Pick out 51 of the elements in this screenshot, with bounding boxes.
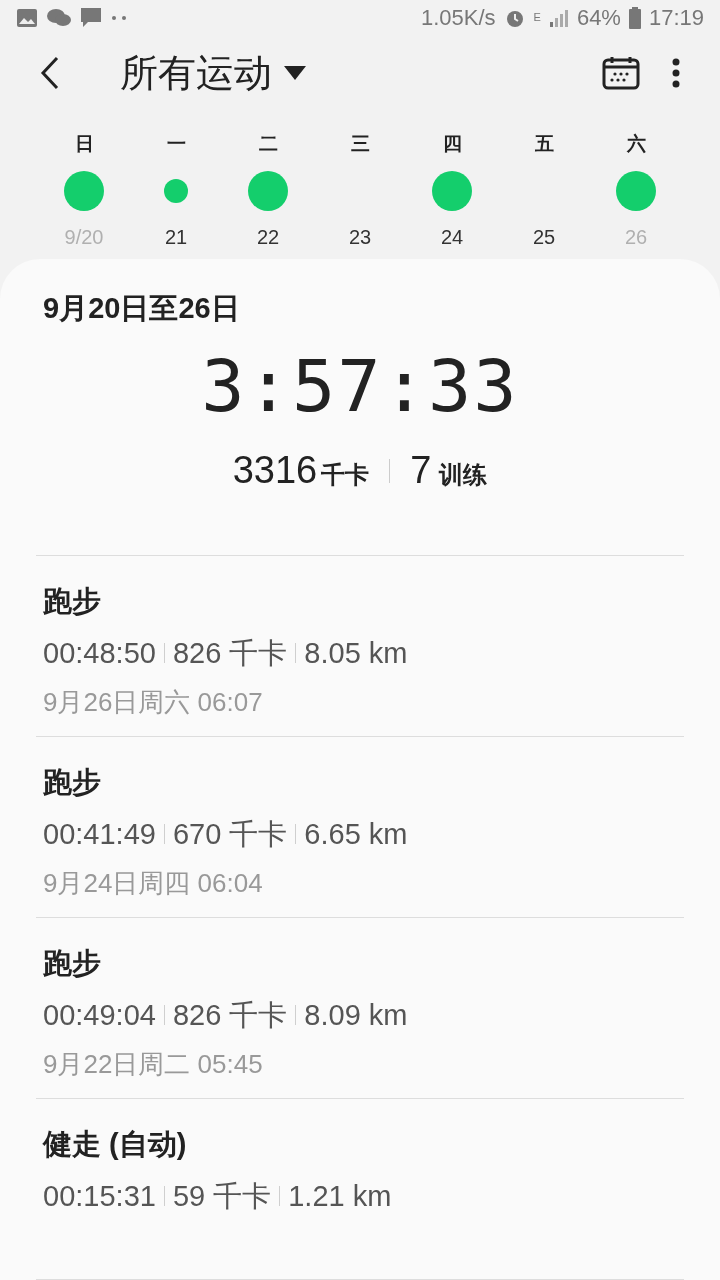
weekday-label: 四	[442, 131, 462, 156]
message-icon	[80, 6, 102, 29]
workout-duration: 00:15:31	[43, 1178, 156, 1214]
day-date[interactable]: 23	[348, 221, 372, 252]
more-notifications-icon	[110, 14, 128, 21]
dropdown-caret-icon	[284, 66, 306, 81]
weekday-label: 三	[350, 131, 370, 156]
weekday-label: 日	[74, 131, 94, 156]
workout-date: 9月22日周二 05:45	[43, 1048, 264, 1081]
gallery-icon	[16, 7, 38, 28]
workout-calories: 670 千卡	[172, 816, 288, 852]
total-calories: 3316	[232, 448, 318, 493]
battery-percent: 64%	[576, 4, 621, 32]
weekday-label: 一	[166, 131, 186, 156]
workout-name[interactable]: 跑步	[43, 761, 677, 805]
calories-unit: 千卡	[321, 459, 370, 490]
day-date[interactable]: 24	[440, 221, 464, 252]
date-range: 9月20日至26日	[43, 290, 241, 326]
weekday-label: 五	[534, 131, 554, 156]
workout-name[interactable]: 跑步	[43, 580, 677, 624]
battery-icon	[628, 6, 641, 29]
workout-distance: 8.09 km	[304, 997, 408, 1033]
workout-distance: 1.21 km	[288, 1178, 392, 1214]
day-date[interactable]: 22	[256, 221, 280, 252]
total-duration: 3:57:33	[201, 350, 519, 422]
workout-count: 7	[410, 448, 432, 493]
workout-calories: 826 千卡	[172, 635, 288, 671]
network-speed: 1.05K/s	[420, 4, 496, 32]
workout-name[interactable]: 健走 (自动)	[43, 1123, 677, 1167]
workout-date: 9月26日周六 06:07	[43, 686, 264, 719]
signal-icon	[548, 8, 569, 27]
workout-duration: 00:49:04	[43, 997, 156, 1033]
workout-calories: 59 千卡	[172, 1178, 272, 1214]
day-date[interactable]: 21	[164, 221, 188, 252]
calendar-icon[interactable]	[602, 56, 640, 91]
day-date[interactable]: 25	[532, 221, 556, 252]
clock-time: 17:19	[648, 4, 704, 32]
weekday-label: 二	[258, 131, 278, 156]
workout-name[interactable]: 跑步	[43, 942, 677, 986]
workouts-unit: 训练	[439, 459, 488, 490]
more-options-icon[interactable]	[672, 58, 680, 89]
workout-date: 9月24日周四 06:04	[43, 867, 264, 900]
network-type: E	[533, 10, 541, 26]
workout-duration: 00:41:49	[43, 816, 156, 852]
workout-distance: 6.65 km	[304, 816, 408, 852]
weekday-label: 六	[626, 131, 646, 156]
workout-distance: 8.05 km	[304, 635, 408, 671]
workout-calories: 826 千卡	[172, 997, 288, 1033]
chat-icon	[46, 6, 72, 29]
workout-duration: 00:48:50	[43, 635, 156, 671]
sport-filter-dropdown[interactable]: 所有运动	[120, 44, 306, 102]
